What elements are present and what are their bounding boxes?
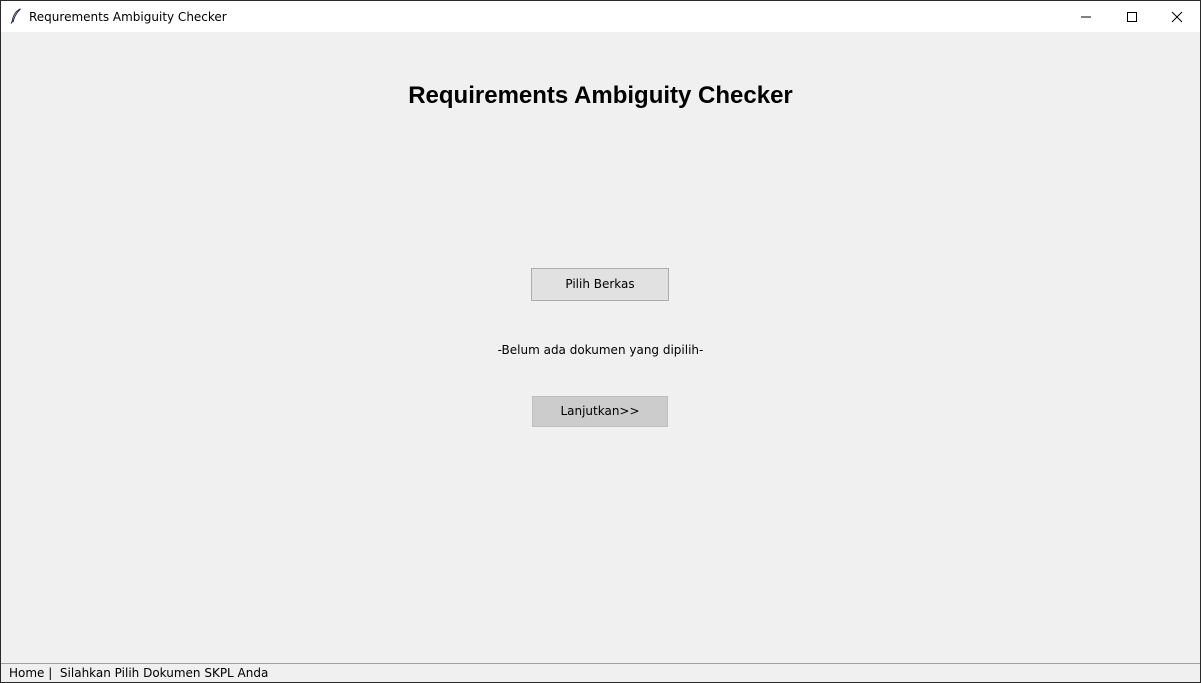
minimize-icon [1081,16,1091,18]
main-content: Requirements Ambiguity Checker Pilih Ber… [1,32,1200,663]
continue-button[interactable]: Lanjutkan>> [532,396,668,427]
selected-file-label: -Belum ada dokumen yang dipilih- [497,343,704,357]
window-title: Requrements Ambiguity Checker [29,10,227,24]
status-bar: Home | Silahkan Pilih Dokumen SKPL Anda [1,663,1200,682]
close-icon [1171,11,1183,23]
app-window: Requrements Ambiguity Checker Requiremen… [0,0,1201,683]
maximize-button[interactable] [1109,1,1155,32]
choose-file-button[interactable]: Pilih Berkas [531,268,669,301]
status-text: Home | Silahkan Pilih Dokumen SKPL Anda [9,666,269,680]
title-bar[interactable]: Requrements Ambiguity Checker [1,1,1200,32]
close-button[interactable] [1154,1,1200,32]
minimize-button[interactable] [1063,1,1109,32]
page-title: Requirements Ambiguity Checker [408,82,793,109]
maximize-icon [1127,12,1137,22]
feather-icon [10,8,22,24]
